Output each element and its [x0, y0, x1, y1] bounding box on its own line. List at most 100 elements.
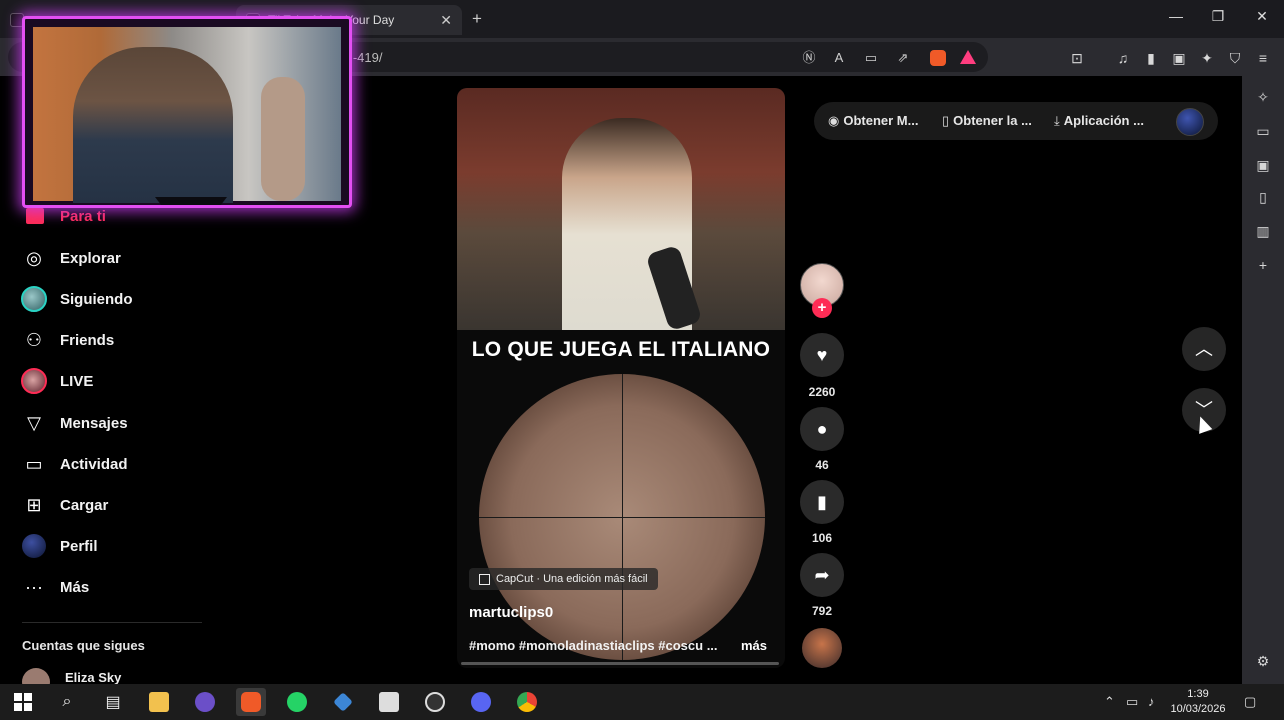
bookmarks-icon[interactable]: ▯: [1254, 188, 1272, 206]
chevron-up-icon: ︿: [1195, 339, 1213, 359]
nav-para-ti[interactable]: Para ti: [60, 208, 106, 225]
vpn-shield-icon[interactable]: ⛉: [1226, 49, 1244, 67]
leo-sidebar-icon[interactable]: ✧: [1254, 88, 1272, 106]
menu-icon[interactable]: ≡: [1254, 49, 1272, 67]
download-icon: ⤓: [1054, 113, 1060, 128]
video-author[interactable]: martuclips0: [469, 604, 553, 621]
compass-icon: ◎: [26, 247, 42, 268]
notifications-icon[interactable]: ▢: [1244, 694, 1256, 710]
reading-list-icon[interactable]: ▥: [1254, 222, 1272, 240]
nav-label: Siguiendo: [60, 290, 133, 308]
browser-sidebar: ✧ ▭ ▣ ▯ ▥ + ⚙: [1242, 76, 1284, 684]
nav-item-mensajes[interactable]: ▽ Mensajes: [20, 408, 127, 438]
nav-item-friends[interactable]: ⚇ Friends: [20, 325, 114, 355]
nav-item-siguiendo[interactable]: Siguiendo: [20, 284, 133, 314]
chat-app-icon[interactable]: [190, 688, 220, 716]
video-hashtags[interactable]: #momo #momoladinastiaclips #coscu ...: [469, 638, 718, 653]
video-caption: LO QUE JUEGA EL ITALIANO: [471, 338, 771, 361]
nav-item-mas[interactable]: ··· Más: [20, 572, 89, 602]
volume-icon[interactable]: ♪: [1148, 694, 1155, 709]
discord-icon[interactable]: [466, 688, 496, 716]
tab-close-icon[interactable]: ✕: [440, 12, 452, 29]
no-tracking-icon[interactable]: Ⓝ: [800, 49, 818, 67]
nav-label: Explorar: [60, 249, 121, 267]
nav-label: Perfil: [60, 537, 98, 555]
tab-search-icon[interactable]: ⊡: [1068, 49, 1086, 67]
add-sidebar-icon[interactable]: +: [1254, 256, 1272, 274]
save-button[interactable]: ▮: [800, 480, 844, 524]
coin-icon: ◉: [828, 113, 840, 128]
leo-ai-icon[interactable]: ✦: [1198, 49, 1216, 67]
search-icon[interactable]: ⌕: [52, 688, 82, 716]
follow-button[interactable]: +: [812, 298, 832, 318]
music-icon[interactable]: ♫: [1114, 49, 1132, 67]
brave-shields-icon[interactable]: [930, 50, 946, 66]
activity-icon: ▭: [25, 453, 43, 474]
brave-browser-icon[interactable]: [236, 688, 266, 716]
nav-item-actividad[interactable]: ▭ Actividad: [20, 449, 128, 479]
comment-button[interactable]: ●: [800, 407, 844, 451]
following-account-name[interactable]: Eliza Sky: [65, 670, 121, 685]
tv-icon[interactable]: ▭: [1254, 122, 1272, 140]
window-app-icon[interactable]: [374, 688, 404, 716]
task-view-icon[interactable]: ▤: [98, 688, 128, 716]
promo-label: Obtener la ...: [953, 113, 1032, 128]
streamer-figure: [73, 47, 233, 203]
start-button[interactable]: [8, 688, 38, 716]
wallet-sidebar-icon[interactable]: ▣: [1254, 156, 1272, 174]
minimize-button[interactable]: —: [1166, 8, 1186, 24]
video-progress-bar[interactable]: [461, 662, 779, 665]
share-icon[interactable]: ⇗: [894, 49, 912, 67]
share-count: 792: [811, 604, 833, 618]
upload-icon: ⊞: [26, 494, 42, 515]
brave-rewards-icon[interactable]: [960, 50, 976, 64]
nav-label: Actividad: [60, 455, 128, 473]
app-diamond-icon[interactable]: [328, 688, 358, 716]
nav-item-live[interactable]: LIVE: [20, 366, 93, 396]
capcut-badge[interactable]: CapCut · Una edición más fácil: [469, 568, 658, 590]
cast-icon[interactable]: ▭: [862, 49, 880, 67]
whatsapp-icon[interactable]: [282, 688, 312, 716]
comment-icon: ●: [816, 418, 828, 439]
network-icon[interactable]: ▭: [1126, 694, 1138, 710]
new-tab-button[interactable]: +: [472, 9, 482, 29]
file-explorer-icon[interactable]: [144, 688, 174, 716]
nav-label: Cargar: [60, 496, 109, 514]
clock-date: 10/03/2026: [1170, 703, 1226, 715]
nav-label: Friends: [60, 331, 115, 349]
tray-chevron-icon[interactable]: ⌃: [1104, 694, 1115, 710]
translate-icon[interactable]: A: [830, 49, 848, 67]
maximize-button[interactable]: ❐: [1208, 8, 1228, 25]
like-button[interactable]: ♥: [800, 333, 844, 377]
webcam-frame-badge: [155, 197, 227, 205]
sidebar-toggle-icon[interactable]: ▮: [1142, 49, 1160, 67]
settings-icon[interactable]: ⚙: [1254, 652, 1272, 670]
music-disc[interactable]: [802, 628, 842, 668]
nav-item-cargar[interactable]: ⊞ Cargar: [20, 490, 108, 520]
get-coins-link[interactable]: ◉ Obtener M...: [828, 113, 918, 129]
window-close-button[interactable]: ✕: [1252, 8, 1272, 25]
nav-label: Más: [60, 578, 90, 596]
wallet-icon[interactable]: ▣: [1170, 49, 1188, 67]
desktop-app-link[interactable]: ⤓ Aplicación ...: [1054, 113, 1144, 129]
get-app-link[interactable]: ▯ Obtener la ...: [942, 113, 1032, 129]
nav-item-explorar[interactable]: ◎ Explorar: [20, 243, 121, 273]
more-link[interactable]: más: [741, 638, 767, 653]
video-top-scene: [457, 88, 785, 332]
bookmark-icon: ▮: [817, 491, 827, 512]
windows-taskbar: ⌕ ▤ ⌃ ▭ ♪ 1:39 10/03/2026 ▢: [0, 684, 1284, 720]
system-clock[interactable]: 1:39 10/03/2026: [1168, 687, 1228, 717]
video-player[interactable]: LO QUE JUEGA EL ITALIANO CapCut · Una ed…: [457, 88, 785, 668]
divider: [22, 622, 202, 623]
nav-item-perfil[interactable]: Perfil: [20, 531, 98, 561]
previous-video-button[interactable]: ︿: [1182, 327, 1226, 371]
chrome-icon[interactable]: [512, 688, 542, 716]
friends-icon: ⚇: [25, 329, 43, 350]
share-arrow-icon: ➦: [814, 564, 830, 585]
obs-icon[interactable]: [420, 688, 450, 716]
more-icon: ···: [25, 576, 43, 597]
following-heading: Cuentas que sigues: [22, 638, 145, 653]
user-avatar[interactable]: [1176, 108, 1204, 136]
share-button[interactable]: ➦: [800, 553, 844, 597]
profile-avatar: [20, 532, 48, 560]
